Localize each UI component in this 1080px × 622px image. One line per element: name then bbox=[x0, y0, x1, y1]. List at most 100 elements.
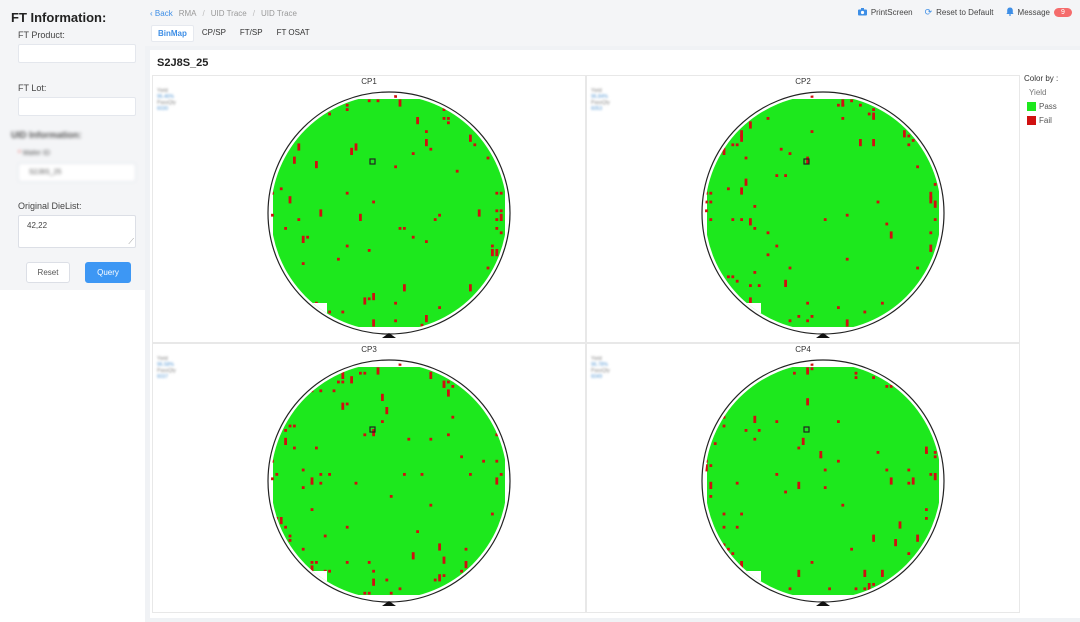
fail-die bbox=[363, 591, 367, 595]
fail-die bbox=[722, 424, 726, 428]
legend-item-fail[interactable]: Fail bbox=[1027, 116, 1080, 125]
back-link[interactable]: ‹ Back bbox=[150, 9, 173, 18]
reset-default-button[interactable]: ⟳ Reset to Default bbox=[925, 7, 994, 18]
fail-die bbox=[495, 209, 499, 213]
wafer-map[interactable] bbox=[697, 357, 949, 612]
fail-die bbox=[337, 257, 340, 261]
fail-die bbox=[916, 165, 919, 169]
fail-die bbox=[271, 459, 274, 463]
fail-die bbox=[784, 279, 787, 287]
fail-die bbox=[933, 218, 937, 221]
fail-die bbox=[341, 380, 345, 384]
fail-die bbox=[854, 371, 858, 375]
fail-die bbox=[376, 367, 380, 375]
fail-die bbox=[898, 521, 902, 529]
die-list-textarea[interactable]: 42,22 ⟋ bbox=[18, 215, 136, 248]
fail-die bbox=[744, 178, 748, 186]
chevron-left-icon: ‹ bbox=[150, 9, 153, 18]
passqty-value: 6049 bbox=[591, 374, 603, 380]
camera-icon bbox=[857, 7, 867, 18]
fail-die bbox=[727, 547, 730, 551]
tab-ft-sp[interactable]: FT/SP bbox=[234, 25, 269, 42]
fail-die bbox=[709, 218, 713, 221]
fail-die bbox=[293, 424, 296, 428]
die-grid bbox=[705, 363, 939, 595]
fail-die bbox=[429, 503, 433, 507]
left-panel: FT Information: FT Product: FT Lot: UID … bbox=[0, 0, 145, 622]
ft-lot-input[interactable] bbox=[18, 97, 136, 116]
fail-die bbox=[766, 231, 770, 235]
fail-die bbox=[288, 539, 292, 542]
fail-die bbox=[837, 420, 840, 423]
fail-die bbox=[722, 525, 726, 529]
fail-die bbox=[429, 437, 433, 441]
fail-die bbox=[788, 587, 792, 591]
fail-die bbox=[823, 218, 827, 221]
fail-die bbox=[784, 490, 787, 494]
fail-die bbox=[284, 437, 287, 445]
fail-die bbox=[359, 213, 362, 221]
fail-die bbox=[911, 477, 915, 485]
fail-die bbox=[301, 486, 305, 489]
breadcrumb: ‹ Back RMA / UID Trace / UID Trace bbox=[150, 9, 297, 18]
fail-die bbox=[933, 473, 937, 481]
fail-die bbox=[823, 468, 827, 472]
printscreen-button[interactable]: PrintScreen bbox=[857, 7, 913, 18]
reset-button[interactable]: Reset bbox=[26, 262, 70, 283]
fail-die bbox=[872, 112, 875, 120]
fail-die bbox=[731, 275, 735, 279]
fail-die bbox=[433, 578, 437, 582]
fail-die bbox=[810, 561, 814, 564]
fail-die bbox=[306, 235, 309, 239]
fail-die bbox=[854, 376, 858, 379]
fail-die bbox=[907, 481, 911, 485]
fail-die bbox=[872, 108, 875, 111]
wafer-map[interactable] bbox=[263, 89, 515, 344]
breadcrumb-item-uid-trace[interactable]: UID Trace bbox=[211, 9, 247, 18]
fail-die bbox=[867, 112, 871, 116]
fail-die bbox=[389, 495, 393, 498]
fail-die bbox=[916, 534, 919, 542]
fail-die bbox=[850, 99, 853, 103]
breadcrumb-item-rma[interactable]: RMA bbox=[179, 9, 197, 18]
query-button[interactable]: Query bbox=[85, 262, 131, 283]
ft-product-input[interactable] bbox=[18, 44, 136, 63]
tab-ft-osat[interactable]: FT OSAT bbox=[271, 25, 316, 42]
fail-die bbox=[841, 117, 845, 120]
fail-die bbox=[753, 205, 757, 208]
message-button[interactable]: Message 9 bbox=[1005, 7, 1072, 18]
refresh-icon: ⟳ bbox=[924, 7, 933, 17]
fail-die bbox=[749, 218, 752, 226]
fail-die bbox=[310, 508, 314, 511]
fail-die bbox=[801, 437, 805, 445]
wafer-map[interactable] bbox=[697, 89, 949, 344]
fail-die bbox=[315, 446, 318, 450]
fail-die bbox=[705, 464, 708, 472]
tab-cp-sp[interactable]: CP/SP bbox=[196, 25, 232, 42]
fail-die bbox=[442, 117, 446, 120]
fail-die bbox=[473, 143, 477, 147]
fail-die bbox=[486, 156, 490, 160]
fail-die bbox=[425, 130, 428, 133]
fail-die bbox=[372, 293, 375, 301]
fail-die bbox=[341, 371, 345, 379]
fail-die bbox=[806, 367, 809, 375]
fail-die bbox=[779, 147, 783, 151]
resize-grip-icon[interactable]: ⟋ bbox=[128, 238, 134, 246]
pass-region bbox=[273, 367, 505, 595]
fail-die bbox=[319, 473, 323, 476]
legend-item-pass[interactable]: Pass bbox=[1027, 102, 1080, 111]
uid-information-title: UID Information: bbox=[11, 130, 82, 140]
fail-die bbox=[749, 121, 752, 129]
tab-binmap[interactable]: BinMap bbox=[151, 25, 194, 42]
fail-die bbox=[284, 227, 287, 230]
filter-form: FT Information: FT Product: FT Lot: UID … bbox=[0, 0, 145, 290]
fail-die bbox=[301, 262, 305, 265]
legend-label: Pass bbox=[1039, 102, 1057, 111]
fail-die bbox=[442, 574, 446, 577]
fail-die bbox=[310, 561, 314, 564]
wafer-map[interactable] bbox=[263, 357, 515, 612]
fail-die bbox=[753, 227, 757, 230]
uid-input[interactable]: S2J8S_25 bbox=[18, 163, 136, 182]
wafer-panel-cp4: CP4 Yield 96.78% PassQty 6049 bbox=[586, 343, 1020, 613]
